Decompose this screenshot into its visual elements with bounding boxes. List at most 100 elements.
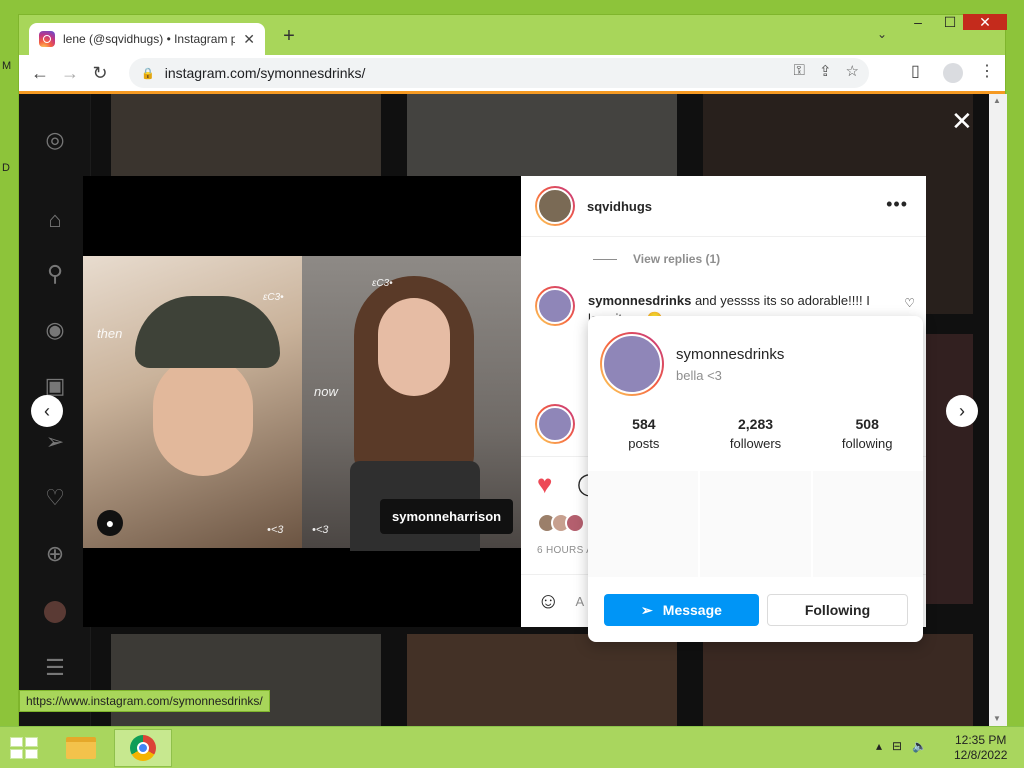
stat-value: 2,283 xyxy=(737,416,774,432)
status-bar-url: https://www.instagram.com/symonnesdrinks… xyxy=(19,690,270,712)
taskbar-clock[interactable]: 12:35 PM 12/8/2022 xyxy=(954,733,1007,763)
likers-avatars[interactable] xyxy=(537,513,585,533)
forward-icon[interactable]: → xyxy=(55,63,85,84)
user-tag-bubble[interactable]: symonneharrison xyxy=(380,499,514,534)
post-author[interactable]: sqvidhugs xyxy=(587,199,652,214)
thumbnail[interactable] xyxy=(812,471,923,577)
page-scrollbar[interactable]: ▲ ▼ xyxy=(989,94,1007,727)
comment-avatar[interactable] xyxy=(535,286,575,326)
photo-deco-text: ɛС3• xyxy=(263,292,284,303)
comment-avatar[interactable] xyxy=(535,404,575,444)
folder-icon xyxy=(66,737,96,759)
lock-icon: 🔒 xyxy=(141,67,155,80)
windows-taskbar: ▴ ⊟ 🔈 12:35 PM 12/8/2022 xyxy=(0,726,1024,768)
clock-time: 12:35 PM xyxy=(955,733,1007,747)
file-explorer-taskbar-button[interactable] xyxy=(52,729,110,767)
author-avatar[interactable] xyxy=(535,186,575,226)
bookmark-star-icon[interactable]: ☆ xyxy=(846,62,859,80)
new-tab-icon[interactable]: + xyxy=(277,25,301,48)
desktop-label-m: M xyxy=(2,60,12,72)
chrome-icon xyxy=(130,735,156,761)
volume-icon[interactable]: 🔈 xyxy=(912,739,927,753)
more-options-icon[interactable]: ••• xyxy=(886,194,908,215)
chrome-taskbar-button[interactable] xyxy=(114,729,172,767)
tab-search-chevron-icon[interactable]: ⌄ xyxy=(877,27,887,41)
photo-deco-text: •<3 xyxy=(267,524,284,536)
show-hidden-icons-icon[interactable]: ▴ xyxy=(876,739,882,753)
post-time[interactable]: 6 HOURS A xyxy=(537,545,593,556)
tab-close-icon[interactable]: ✕ xyxy=(243,31,255,48)
thumbnail[interactable] xyxy=(588,471,699,577)
next-post-icon[interactable]: › xyxy=(946,395,978,427)
photo-deco-text: ɛС3• xyxy=(372,278,393,289)
stat-followers[interactable]: 2,283 followers xyxy=(700,416,812,451)
previous-post-icon[interactable]: ‹ xyxy=(31,395,63,427)
network-icon[interactable]: ⊟ xyxy=(892,739,902,753)
browser-tab[interactable]: lene (@sqvidhugs) • Instagram p ✕ xyxy=(29,23,265,55)
scroll-up-icon[interactable]: ▲ xyxy=(993,96,1001,105)
stat-value: 508 xyxy=(855,416,879,432)
post-thumbnails xyxy=(588,471,923,577)
message-button[interactable]: ➢ Message xyxy=(604,594,759,626)
stat-label: following xyxy=(841,436,893,451)
browser-toolbar: ← → ↻ 🔒 instagram.com/symonnesdrinks/ ⚿ … xyxy=(19,55,1005,91)
photo-text-now: now xyxy=(314,384,338,399)
minimize-icon[interactable]: – xyxy=(903,15,933,29)
portrait-face xyxy=(153,356,253,476)
sidepanel-icon[interactable]: ▯ xyxy=(911,61,920,81)
stat-label: posts xyxy=(628,436,660,451)
photo-deco-text: •<3 xyxy=(312,524,329,536)
post-media[interactable]: then ɛС3• •<3 now ɛС3• •<3 ● symonneharr… xyxy=(83,176,521,627)
add-comment-input[interactable]: A xyxy=(575,594,584,609)
chrome-window: lene (@sqvidhugs) • Instagram p ✕ + ⌄ – … xyxy=(18,14,1007,727)
liked-heart-icon[interactable]: ♥ xyxy=(537,469,552,500)
stat-posts: 584 posts xyxy=(588,416,700,451)
following-button[interactable]: Following xyxy=(767,594,908,626)
tab-title: lene (@sqvidhugs) • Instagram p xyxy=(63,32,236,46)
share-icon[interactable]: ⇪ xyxy=(819,62,832,80)
reload-icon[interactable]: ↻ xyxy=(85,63,115,84)
windows-start-icon[interactable] xyxy=(10,737,38,759)
portrait-hat xyxy=(135,296,280,368)
thumbnail[interactable] xyxy=(700,471,811,577)
window-close-icon[interactable]: ✕ xyxy=(963,14,1007,30)
following-label: Following xyxy=(804,602,871,618)
profile-hover-card: symonnesdrinks bella <3 584 posts 2,283 … xyxy=(588,316,923,642)
instagram-page: ◎ ⌂ ⚲ ◉ ▣ ➢ ♡ ⊕ ☰ ✕ then ɛС3• •<3 now ɛС… xyxy=(19,94,989,727)
view-replies-label: View replies (1) xyxy=(633,252,721,266)
maximize-icon[interactable]: ☐ xyxy=(935,15,965,29)
instagram-favicon-icon xyxy=(39,31,55,47)
portrait-face xyxy=(378,298,450,396)
key-icon[interactable]: ⚿ xyxy=(794,62,805,80)
photo-text-then: then xyxy=(97,326,123,341)
system-tray: ▴ ⊟ 🔈 xyxy=(876,739,927,753)
stat-value: 584 xyxy=(632,416,656,432)
profile-stats: 584 posts 2,283 followers 508 following xyxy=(588,416,923,451)
hover-avatar[interactable] xyxy=(600,332,664,396)
comment-username[interactable]: symonnesdrinks xyxy=(588,293,691,308)
stat-label: followers xyxy=(729,436,782,451)
stat-following[interactable]: 508 following xyxy=(811,416,923,451)
menu-kebab-icon[interactable]: ⋮ xyxy=(979,61,995,81)
post-image-then: then ɛС3• •<3 xyxy=(83,256,302,548)
clock-date: 12/8/2022 xyxy=(954,748,1008,762)
hover-actions: ➢ Message Following xyxy=(604,594,909,626)
profile-avatar-icon[interactable] xyxy=(943,63,963,83)
emoji-icon[interactable]: ☺ xyxy=(537,588,559,614)
message-label: Message xyxy=(662,602,722,618)
post-header: sqvidhugs ••• xyxy=(521,176,926,237)
back-icon[interactable]: ← xyxy=(25,63,55,84)
address-bar[interactable]: 🔒 instagram.com/symonnesdrinks/ ⚿ ⇪ ☆ xyxy=(129,58,869,88)
comment-like-icon[interactable]: ♡ xyxy=(904,296,915,310)
address-url: instagram.com/symonnesdrinks/ xyxy=(164,65,366,81)
close-modal-icon[interactable]: ✕ xyxy=(951,106,973,137)
send-icon: ➢ xyxy=(641,601,653,618)
desktop-label-d: D xyxy=(2,162,10,174)
scroll-down-icon[interactable]: ▼ xyxy=(993,714,1001,723)
tagged-users-icon[interactable]: ● xyxy=(97,510,123,536)
hover-bio: bella <3 xyxy=(676,368,722,383)
tab-strip: lene (@sqvidhugs) • Instagram p ✕ + ⌄ – … xyxy=(19,14,1007,55)
hover-username[interactable]: symonnesdrinks xyxy=(676,346,784,363)
replies-line xyxy=(593,258,617,260)
view-replies[interactable]: View replies (1) xyxy=(593,252,720,266)
